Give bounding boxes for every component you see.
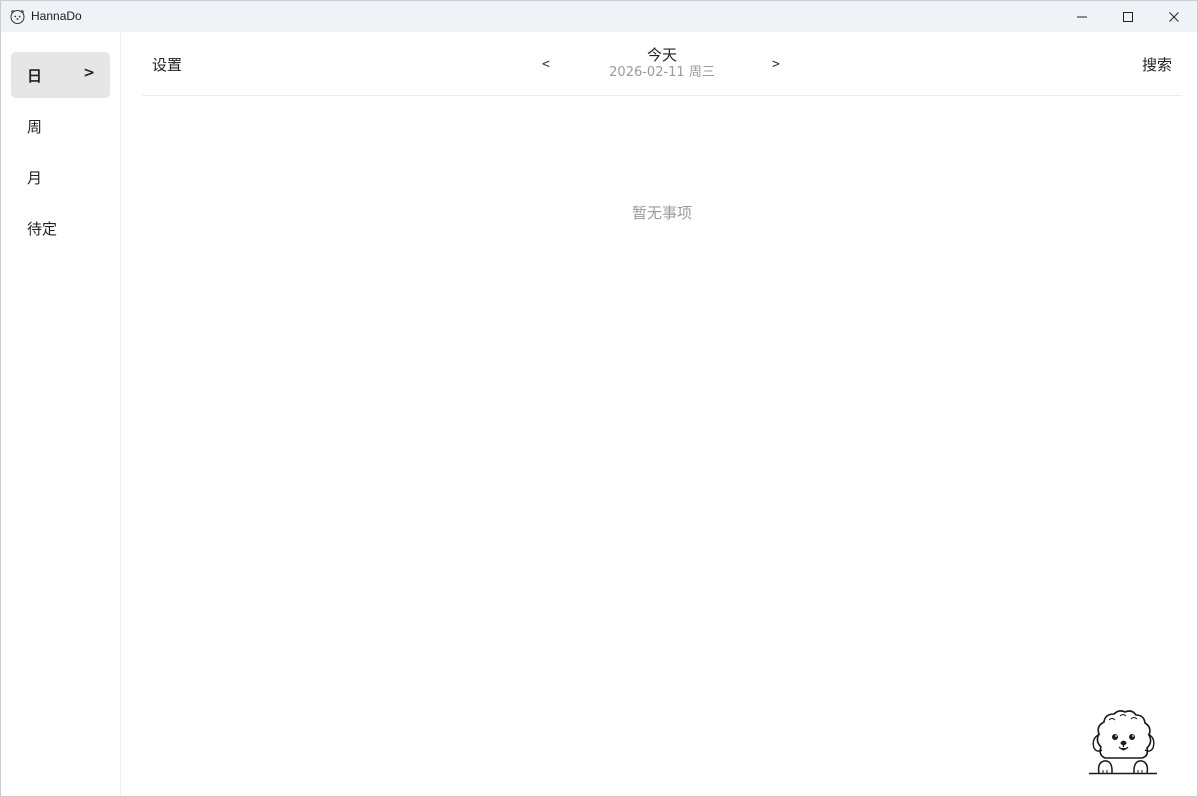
maximize-button[interactable] bbox=[1105, 1, 1151, 32]
date-display[interactable]: 今天 2026-02-11 周三 bbox=[582, 45, 742, 81]
empty-state-message: 暂无事项 bbox=[631, 204, 692, 222]
sidebar-item-month[interactable]: 月 bbox=[11, 154, 110, 200]
today-label: 今天 bbox=[646, 46, 677, 64]
current-date: 2026-02-11 周三 bbox=[609, 65, 715, 80]
dog-face-icon bbox=[10, 10, 25, 24]
sidebar-item-week[interactable]: 周 bbox=[11, 103, 110, 149]
close-icon bbox=[1169, 11, 1179, 22]
next-day-button[interactable]: > bbox=[772, 57, 780, 72]
sidebar-item-pending[interactable]: 待定 bbox=[11, 205, 110, 251]
minimize-button[interactable] bbox=[1059, 1, 1105, 32]
sidebar-item-label: 月 bbox=[27, 168, 43, 187]
sidebar: 日 > 周 月 待定 bbox=[1, 32, 121, 796]
main-content: 设置 < 今天 2026-02-11 周三 > 搜索 暂无事项 bbox=[122, 32, 1197, 796]
minimize-icon bbox=[1077, 16, 1087, 17]
prev-day-button[interactable]: < bbox=[542, 57, 550, 72]
close-button[interactable] bbox=[1151, 1, 1197, 32]
sidebar-item-label: 周 bbox=[27, 117, 43, 136]
search-button[interactable]: 搜索 bbox=[1142, 54, 1172, 75]
dog-mascot-icon bbox=[1089, 710, 1157, 775]
title-bar[interactable]: HannaDo bbox=[1, 1, 1197, 32]
window-title: HannaDo bbox=[31, 9, 82, 23]
sidebar-item-label: 待定 bbox=[27, 219, 58, 238]
chevron-right-icon: > bbox=[83, 65, 95, 81]
sidebar-item-day[interactable]: 日 > bbox=[11, 52, 110, 98]
app-window: HannaDo 日 > 周 月 待定 设置 < 今天 2026-02-11 周三… bbox=[0, 0, 1198, 797]
maximize-icon bbox=[1123, 11, 1133, 22]
settings-button[interactable]: 设置 bbox=[152, 54, 182, 75]
sidebar-item-label: 日 bbox=[27, 66, 43, 85]
header-bar: 设置 < 今天 2026-02-11 周三 > 搜索 bbox=[142, 32, 1182, 96]
